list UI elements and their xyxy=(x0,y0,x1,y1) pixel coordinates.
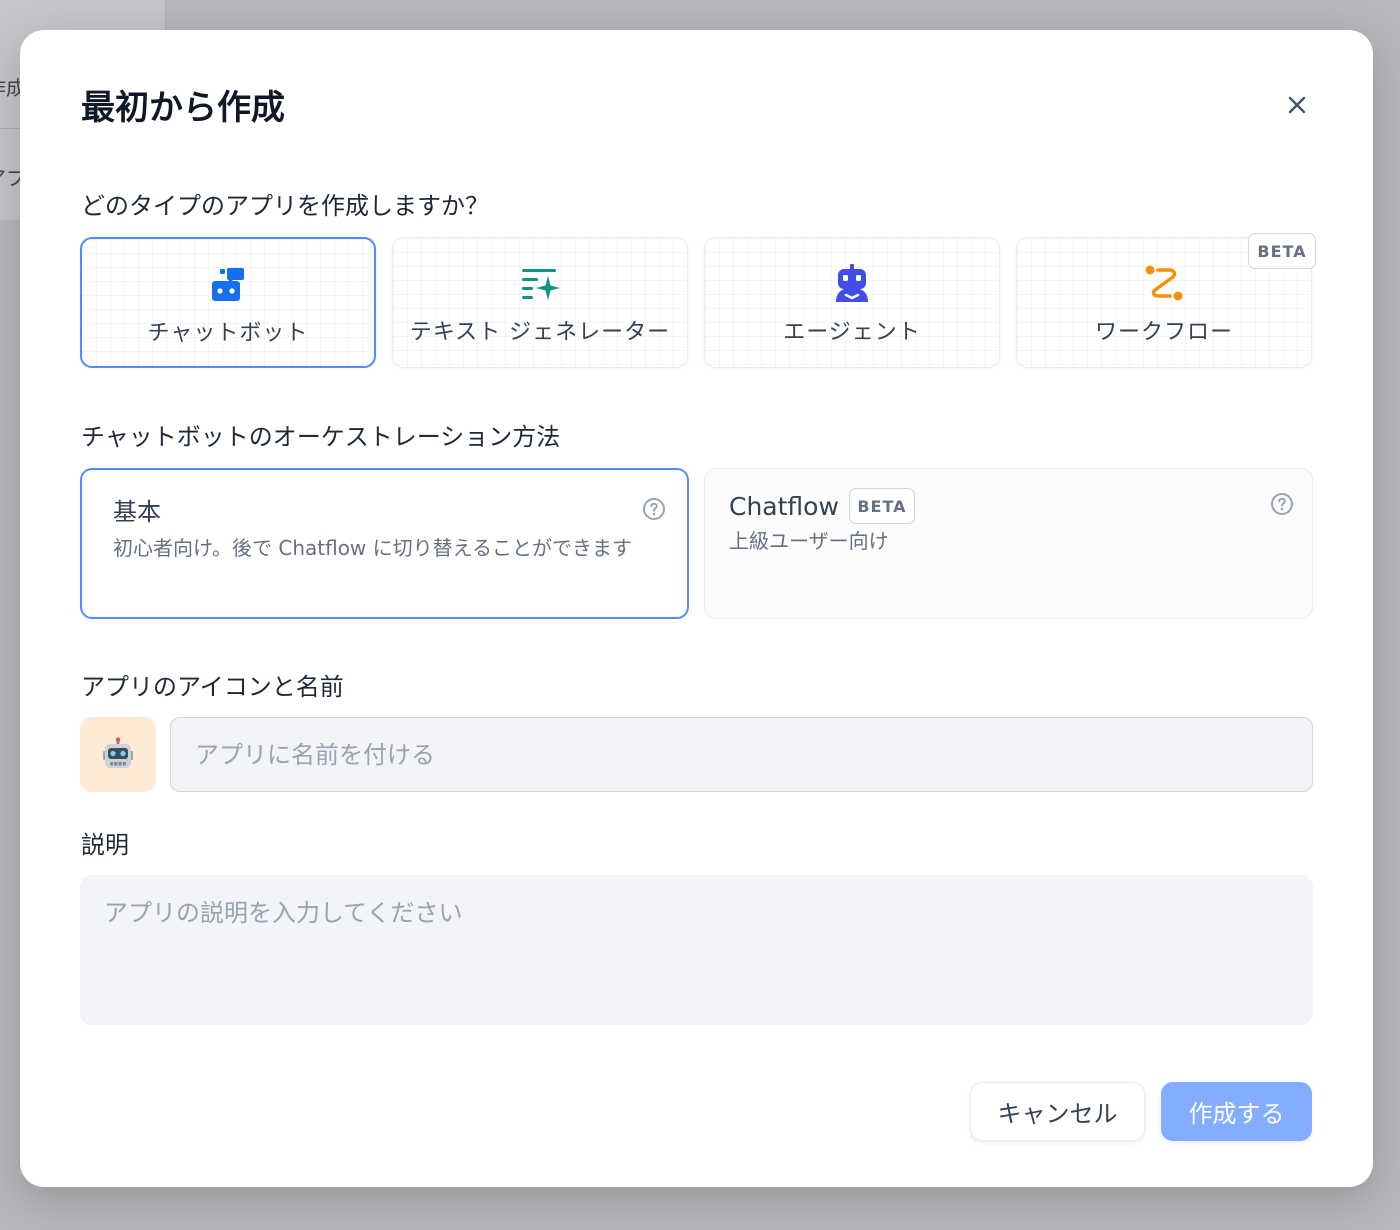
app-icon-picker[interactable] xyxy=(80,717,156,792)
help-circle-icon[interactable] xyxy=(1270,492,1294,516)
cancel-button[interactable]: キャンセル xyxy=(970,1082,1145,1141)
chatbot-icon xyxy=(212,268,244,301)
orchestration-label: チャットボットのオーケストレーション方法 xyxy=(81,423,561,451)
app-type-card-chatbot[interactable]: チャットボット xyxy=(80,237,376,368)
dialog-title: 最初から作成 xyxy=(81,88,285,128)
orchestration-option-chatflow[interactable]: Chatflow BETA 上級ユーザー向け xyxy=(704,468,1313,619)
orchestration-option-basic[interactable]: 基本 初心者向け。後で Chatflow に切り替えることができます xyxy=(80,468,689,619)
orchestration-desc-basic: 初心者向け。後で Chatflow に切り替えることができます xyxy=(113,536,633,560)
text-generator-icon xyxy=(522,269,560,300)
app-name-input[interactable] xyxy=(170,717,1313,792)
orchestration-title-basic: 基本 xyxy=(113,498,161,526)
app-type-label-text-generator: テキスト ジェネレーター xyxy=(409,320,671,345)
workflow-icon xyxy=(1145,265,1183,301)
app-type-card-agent[interactable]: エージェント xyxy=(704,237,1000,368)
workflow-beta-badge: BETA xyxy=(1248,233,1316,269)
app-type-label-workflow: ワークフロー xyxy=(1094,320,1233,345)
orchestration-desc-chatflow: 上級ユーザー向け xyxy=(729,529,889,553)
app-type-label-agent: エージェント xyxy=(783,320,921,345)
description-label: 説明 xyxy=(81,831,129,859)
app-type-card-text-generator[interactable]: テキスト ジェネレーター xyxy=(392,237,688,368)
agent-robot-icon xyxy=(836,264,868,302)
close-button[interactable] xyxy=(1282,90,1312,120)
robot-emoji-icon xyxy=(103,736,133,768)
app-type-label-chatbot: チャットボット xyxy=(147,321,309,346)
description-textarea[interactable] xyxy=(80,875,1313,1025)
help-circle-icon[interactable] xyxy=(642,497,666,521)
app-type-label: どのタイプのアプリを作成しますか？ xyxy=(81,192,489,220)
close-icon xyxy=(1288,96,1306,114)
create-button[interactable]: 作成する xyxy=(1161,1082,1312,1141)
chatflow-beta-badge: BETA xyxy=(848,488,915,524)
orchestration-title-chatflow: Chatflow xyxy=(729,491,839,521)
create-app-dialog: 最初から作成 どのタイプのアプリを作成しますか？ チャットボット テキスト ジェ… xyxy=(20,30,1373,1187)
app-icon-name-label: アプリのアイコンと名前 xyxy=(81,673,344,701)
